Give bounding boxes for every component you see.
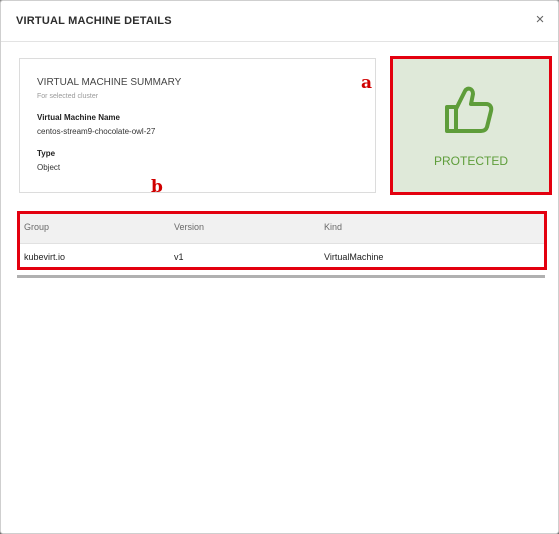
- column-header-version: Version: [174, 222, 205, 232]
- cell-kind: VirtualMachine: [324, 252, 384, 262]
- vm-name-value: centos-stream9-chocolate-owl-27: [37, 127, 156, 136]
- protection-status-text: PROTECTED: [433, 154, 508, 168]
- vm-name-label: Virtual Machine Name: [37, 113, 120, 122]
- type-label: Type: [37, 149, 56, 158]
- column-header-group: Group: [24, 222, 50, 232]
- summary-subtitle: For selected cluster: [37, 93, 99, 100]
- modal-header: VIRTUAL MACHINE DETAILS ×: [1, 1, 558, 42]
- annotation-a: a: [361, 73, 373, 93]
- close-icon[interactable]: ×: [532, 12, 548, 28]
- column-header-kind: Kind: [324, 222, 343, 232]
- annotation-b: b: [151, 177, 163, 197]
- cell-version: v1: [174, 252, 184, 262]
- vm-summary-card: VIRTUAL MACHINE SUMMARY For selected clu…: [19, 58, 376, 193]
- thumbs-up-icon: [445, 86, 494, 133]
- resource-table: Group Version Kind kubevirt.io v1 Virtua…: [17, 211, 547, 270]
- vm-details-modal: VIRTUAL MACHINE DETAILS × VIRTUAL MACHIN…: [0, 0, 559, 534]
- summary-title: VIRTUAL MACHINE SUMMARY: [37, 77, 182, 88]
- type-value: Object: [37, 163, 61, 172]
- cell-group: kubevirt.io: [24, 252, 66, 262]
- resource-table-container: Group Version Kind kubevirt.io v1 Virtua…: [17, 211, 547, 278]
- protection-status-card: PROTECTED: [390, 56, 552, 195]
- modal-title: VIRTUAL MACHINE DETAILS: [16, 15, 172, 27]
- table-header: Group Version Kind: [20, 214, 544, 244]
